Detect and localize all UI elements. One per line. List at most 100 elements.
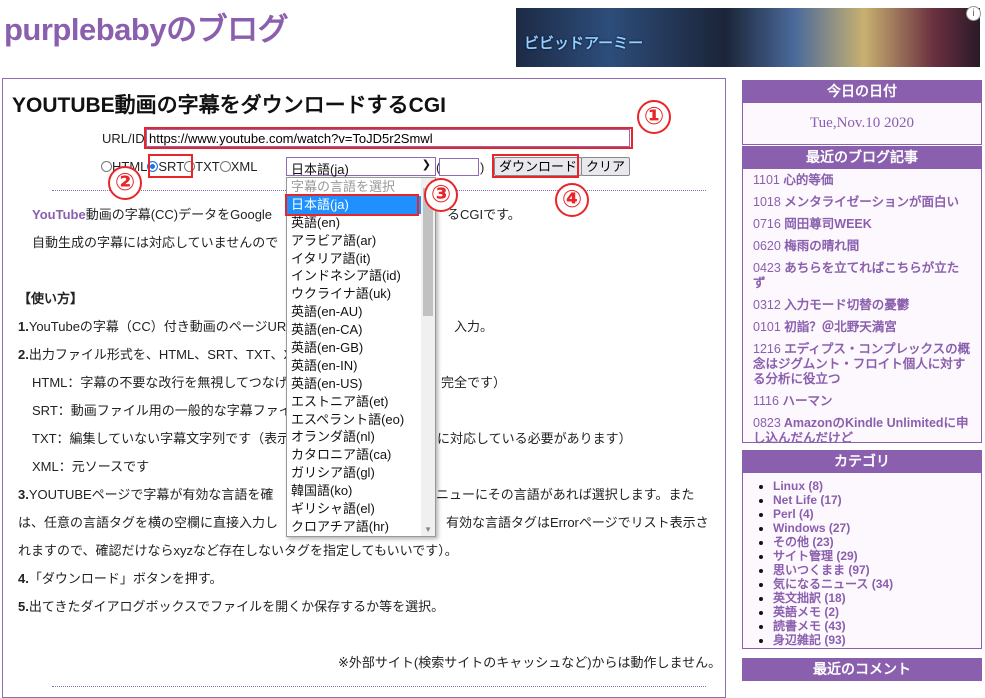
today-date: Tue,Nov.10 2020 xyxy=(742,103,982,145)
annotation-box-ja xyxy=(285,194,419,216)
step-text-end: 有効な言語タグはErrorページでリスト表示さ xyxy=(446,515,709,530)
dropdown-option[interactable]: 英語(en-CA) xyxy=(287,321,435,339)
divider xyxy=(52,686,706,687)
clear-button[interactable]: クリア xyxy=(581,157,631,176)
annotation-number-4: ④ xyxy=(555,183,589,217)
category-link[interactable]: Perl (4) xyxy=(773,507,981,521)
intro-text-end: るCGIです。 xyxy=(447,207,521,222)
dropdown-option[interactable]: 韓国語(ko) xyxy=(287,482,435,500)
dropdown-option[interactable]: 英語(en-US) xyxy=(287,375,435,393)
chevron-down-icon: ❯ xyxy=(421,159,431,171)
radio-xml[interactable]: XML xyxy=(219,159,257,174)
language-selected-value: 日本語(ja) xyxy=(291,162,349,177)
dropdown-option[interactable]: 英語(en-GB) xyxy=(287,339,435,357)
category-link[interactable]: 英文拙訳 (18) xyxy=(773,591,981,605)
recent-post-link[interactable]: 1101 心的等価 xyxy=(753,173,971,188)
sidebar-date-header: 今日の日付 xyxy=(742,80,982,103)
radio-button[interactable] xyxy=(101,161,112,172)
page-title: YOUTUBE動画の字幕をダウンロードするCGI xyxy=(12,94,447,117)
post-title: 入力モード切替の憂鬱 xyxy=(784,298,910,312)
intro-text: 動画の字幕(CC)データをGoogle xyxy=(85,207,273,222)
recent-post-link[interactable]: 1116 ハーマン xyxy=(753,394,971,409)
dropdown-option[interactable]: ギリシャ語(el) xyxy=(287,500,435,518)
category-link[interactable]: 読書メモ (43) xyxy=(773,619,981,633)
recent-post-link[interactable]: 0716 岡田尊司WEEK xyxy=(753,217,971,232)
step-text: 出力ファイル形式を、HTML、SRT、TXT、XM xyxy=(28,347,304,362)
dropdown-option[interactable]: ウクライナ語(uk) xyxy=(287,285,435,303)
category-link[interactable]: Windows (27) xyxy=(773,521,981,535)
intro-line2: 自動生成の字幕には対応していませんので xyxy=(32,235,279,250)
step-text: 出てきたダイアログボックスでファイルを開くか保存するか等を選択。 xyxy=(28,599,445,614)
annotation-number-1: ① xyxy=(637,100,671,134)
post-date: 1018 xyxy=(753,195,781,209)
category-link[interactable]: Net Life (17) xyxy=(773,493,981,507)
recent-post-link[interactable]: 0620 梅雨の晴れ間 xyxy=(753,239,971,254)
ad-banner[interactable]: ビビッドアーミー xyxy=(516,8,980,67)
post-date: 0716 xyxy=(753,217,781,231)
desc-text: TXT：編集していない字幕文字列です（表示 xyxy=(32,431,291,446)
recent-post-link[interactable]: 1216 エディプス・コンプレックスの概念はジグムント・フロイト個人に対する分析… xyxy=(753,342,971,387)
post-title: 岡田尊司WEEK xyxy=(784,217,872,231)
blog-title[interactable]: purplebabyのブログ xyxy=(4,4,289,49)
dropdown-scrollbar[interactable]: ▼ xyxy=(421,178,435,536)
post-date: 0620 xyxy=(753,239,781,253)
category-link[interactable]: 英語メモ (2) xyxy=(773,605,981,619)
post-date: 1101 xyxy=(753,173,780,187)
category-link[interactable]: 気になるニュース (34) xyxy=(773,577,981,591)
recent-post-link[interactable]: 0101 初詣？＠北野天満宮 xyxy=(753,320,971,335)
srt-desc: SRT：動画ファイル用の一般的な字幕ファイ xyxy=(32,403,292,418)
post-date: 0823 xyxy=(753,416,781,430)
category-link[interactable]: 思いつくまま (97) xyxy=(773,563,981,577)
recent-post-link[interactable]: 0312 入力モード切替の憂鬱 xyxy=(753,298,971,313)
category-link[interactable]: サイト管理 (29) xyxy=(773,549,981,563)
post-date: 0312 xyxy=(753,298,781,312)
category-link[interactable]: 身辺雑記 (93) xyxy=(773,633,981,647)
post-title: メンタライゼーションが面白い xyxy=(784,195,960,209)
language-tag-input[interactable] xyxy=(439,158,479,176)
step-num: 4. xyxy=(18,571,29,586)
dropdown-option[interactable]: 英語(en) xyxy=(287,214,435,232)
dropdown-option[interactable]: アラビア語(ar) xyxy=(287,232,435,250)
annotation-number-2: ② xyxy=(108,166,142,200)
recent-post-link[interactable]: 0823 AmazonのKindle Unlimitedに申し込んだんだけど xyxy=(753,416,971,446)
step-text: YOUTUBEページで字幕が有効な言語を確 xyxy=(28,487,274,502)
dropdown-option[interactable]: イタリア語(it) xyxy=(287,250,435,268)
dropdown-option[interactable]: カタロニア語(ca) xyxy=(287,446,435,464)
post-title: 初詣？＠北野天満宮 xyxy=(784,320,897,334)
xml-desc: XML：元ソースです xyxy=(32,459,150,474)
dropdown-option[interactable]: ガリシア語(gl) xyxy=(287,464,435,482)
dropdown-option[interactable]: 英語(en-AU) xyxy=(287,303,435,321)
step-num: 2. xyxy=(18,347,29,362)
recent-post-link[interactable]: 1018 メンタライゼーションが面白い xyxy=(753,195,971,210)
annotation-number-3: ③ xyxy=(424,178,458,212)
dropdown-option[interactable]: エスペラント語(eo) xyxy=(287,411,435,429)
language-dropdown-list[interactable]: 字幕の言語を選択 日本語(ja) 英語(en) アラビア語(ar) イタリア語(it)… xyxy=(286,177,436,537)
dropdown-option[interactable]: エストニア語(et) xyxy=(287,393,435,411)
step-num: 1. xyxy=(18,319,29,334)
recent-post-link[interactable]: 0423 あちらを立てればこちらが立たず xyxy=(753,261,971,291)
recent-posts-list: 1101 心的等価 1018 メンタライゼーションが面白い 0716 岡田尊司WEE… xyxy=(742,169,982,446)
scroll-down-arrow-icon[interactable]: ▼ xyxy=(424,525,432,534)
desc-text-end: に対応している必要があります） xyxy=(437,431,632,446)
url-label: URL/ID xyxy=(102,131,145,146)
step-text: 「ダウンロード」ボタンを押す。 xyxy=(28,571,223,586)
step-text: は、任意の言語タグを横の空欄に直接入力し xyxy=(18,515,279,530)
desc-text-end: 完全です） xyxy=(441,375,507,390)
category-link[interactable]: Linux (8) xyxy=(773,479,981,493)
post-date: 1216 xyxy=(753,342,781,356)
dropdown-option[interactable]: インドネシア語(id) xyxy=(287,267,435,285)
info-icon[interactable]: i xyxy=(966,6,981,21)
dropdown-option[interactable]: 英語(en-IN) xyxy=(287,357,435,375)
step-num: 5. xyxy=(18,599,29,614)
step-text-end: ニューにその言語があれば選択します。また xyxy=(436,487,695,502)
dropdown-option[interactable]: クロアチア語(hr) xyxy=(287,518,435,536)
radio-button[interactable] xyxy=(219,161,231,172)
sidebar-categories-header: カテゴリ xyxy=(742,450,982,473)
step3-c: れますので、確認だけならxyzなど存在しないタグを指定してもいいです）。 xyxy=(18,543,458,558)
dropdown-option[interactable]: オランダ語(nl) xyxy=(287,428,435,446)
categories-list: Linux (8)Net Life (17)Perl (4)Windows (2… xyxy=(742,473,982,649)
step-text-end: 入力。 xyxy=(454,319,494,334)
external-site-note: ※外部サイト(検索サイトのキャッシュなど)からは動作しません。 xyxy=(338,655,722,670)
category-link[interactable]: その他 (23) xyxy=(773,535,981,549)
language-select[interactable]: 日本語(ja) ❯ xyxy=(286,157,436,177)
